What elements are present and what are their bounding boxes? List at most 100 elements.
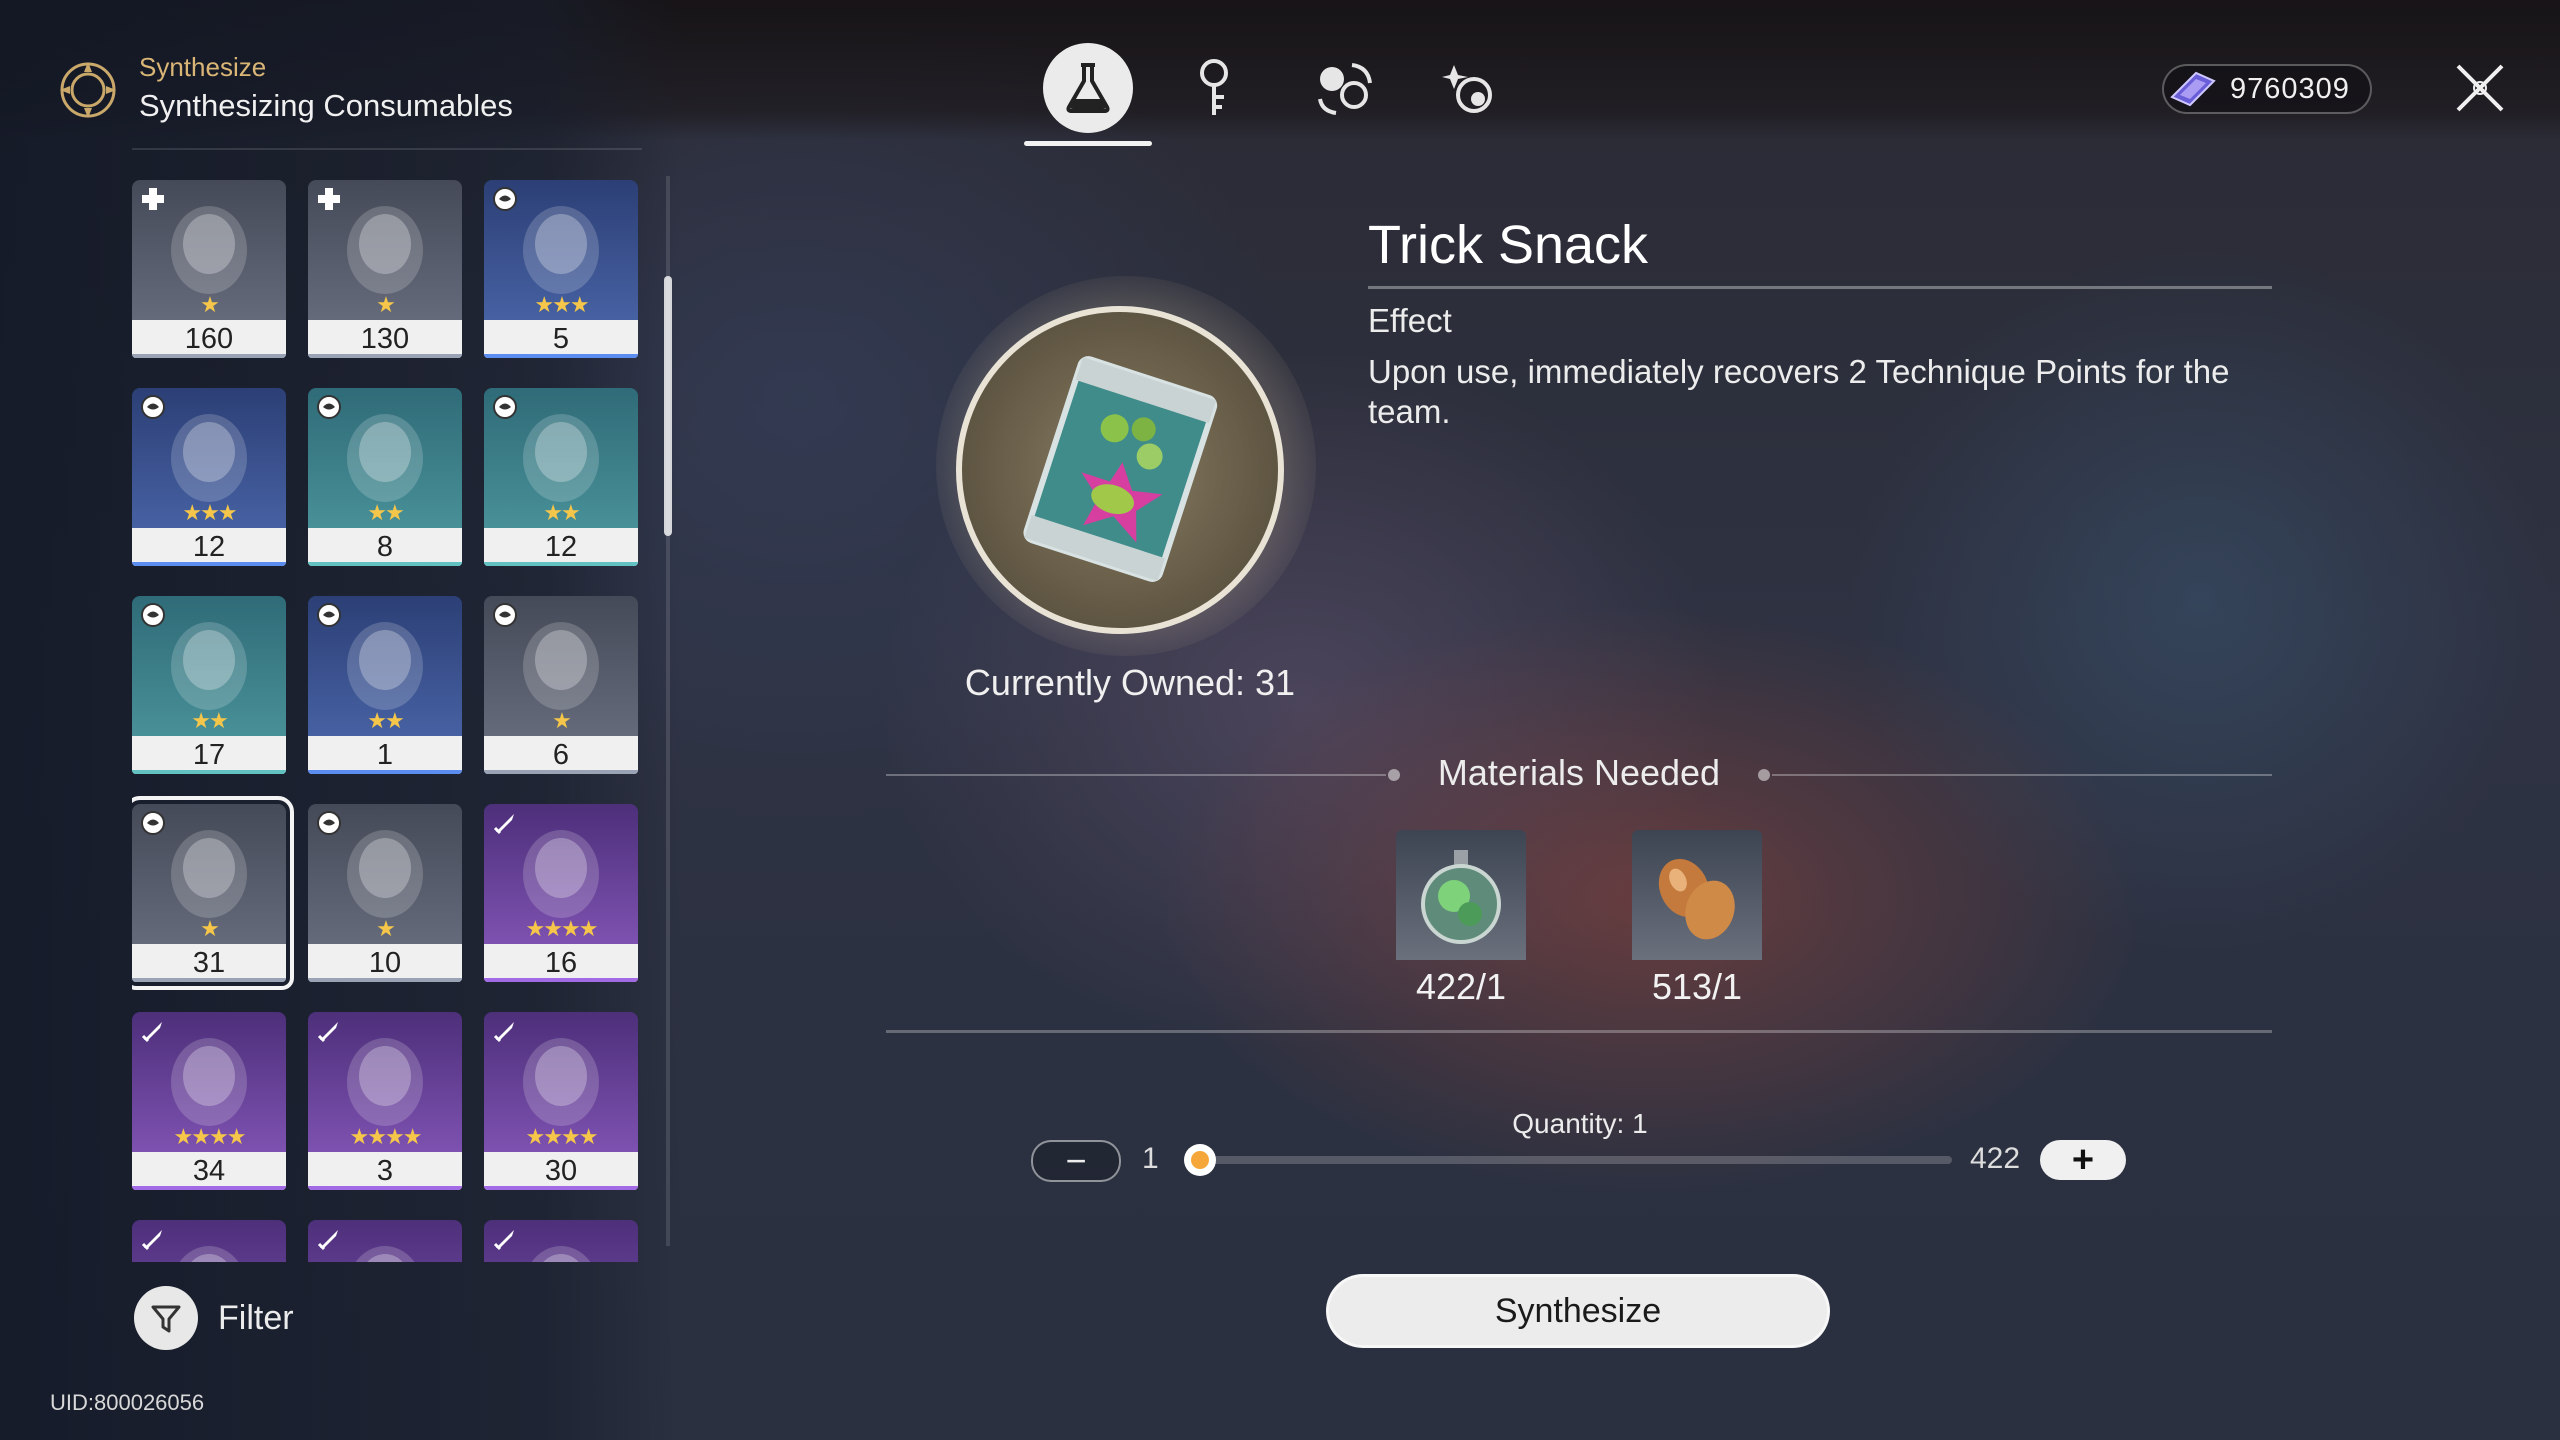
- slider-knob-dot: [1191, 1151, 1209, 1169]
- item-count: 160: [132, 320, 286, 358]
- materials-bottom-divider: [886, 1030, 2272, 1033]
- fuel-gem-icon: [2170, 71, 2216, 107]
- quantity-decrease-button[interactable]: −: [1031, 1140, 1121, 1182]
- rarity-bar: [484, 562, 638, 566]
- materials-dot-right: [1758, 769, 1770, 781]
- tab-flask[interactable]: [1024, 30, 1152, 146]
- material-count: 422/1: [1415, 966, 1507, 1007]
- quantity-slider-track[interactable]: [1200, 1156, 1952, 1164]
- green-orb-flask-icon: [1421, 850, 1501, 944]
- item-cell[interactable]: ★★ 8: [308, 388, 462, 566]
- item-cell[interactable]: ★★★★ 34: [132, 1012, 286, 1190]
- rarity-bar: [132, 1186, 286, 1190]
- technique-badge-icon: [492, 394, 518, 420]
- item-cell[interactable]: ★★★★ 16: [484, 804, 638, 982]
- item-cell[interactable]: ★ 10: [308, 804, 462, 982]
- item-cell[interactable]: ★★★★ 30: [484, 1012, 638, 1190]
- technique-badge-icon: [316, 602, 342, 628]
- currency-display[interactable]: 9760309: [2162, 64, 2372, 114]
- rarity-stars: ★: [200, 292, 220, 317]
- quantity-label-text: Quantity:: [1512, 1108, 1625, 1139]
- attack-badge-icon: [492, 810, 518, 836]
- item-cell[interactable]: ★★ 12: [484, 388, 638, 566]
- material-item[interactable]: 513/1: [1632, 830, 1762, 1008]
- item-cell[interactable]: ★ 31: [132, 796, 294, 990]
- materials-icon: [1318, 63, 1372, 115]
- heal-badge-icon: [316, 186, 342, 212]
- rarity-stars: ★★: [191, 708, 228, 733]
- plus-icon: +: [2071, 1138, 2095, 1181]
- grid-scrollbar-thumb[interactable]: [664, 276, 672, 536]
- tab-key[interactable]: [1152, 30, 1280, 146]
- item-cell[interactable]: ★ 6: [484, 596, 638, 774]
- technique-badge-icon: [492, 602, 518, 628]
- rarity-bar: [308, 770, 462, 774]
- item-count: 1: [308, 736, 462, 774]
- item-cell[interactable]: ★★★★ 3: [308, 1012, 462, 1190]
- currently-owned: Currently Owned: 31: [964, 662, 1296, 703]
- technique-badge-icon: [316, 394, 342, 420]
- item-count: 6: [484, 736, 638, 774]
- item-count: 30: [484, 1152, 638, 1190]
- item-count: 17: [132, 736, 286, 774]
- item-cell[interactable]: ★★★ 12: [132, 388, 286, 566]
- item-cell[interactable]: ★★★ 5: [484, 180, 638, 358]
- rarity-stars: ★: [552, 708, 572, 733]
- quantity-value: 1: [1632, 1108, 1648, 1139]
- rarity-bar: [308, 354, 462, 358]
- item-cell[interactable]: [484, 1220, 638, 1262]
- item-cell[interactable]: ★★ 1: [308, 596, 462, 774]
- item-cell[interactable]: [132, 1220, 286, 1262]
- rarity-bar: [132, 562, 286, 566]
- rarity-stars: ★★★★: [525, 916, 599, 941]
- rarity-bar: [132, 978, 286, 982]
- item-cell[interactable]: ★ 160: [132, 180, 286, 358]
- close-icon[interactable]: [2452, 60, 2508, 116]
- rarity-bar: [308, 978, 462, 982]
- item-name-divider: [1368, 286, 2272, 289]
- user-id: UID:800026056: [50, 1390, 205, 1415]
- rarity-stars: ★★★★: [349, 1124, 423, 1149]
- synthesize-button[interactable]: Synthesize: [1326, 1274, 1830, 1348]
- materials-heading: Materials Needed: [1437, 752, 1721, 793]
- filter-control[interactable]: Filter: [134, 1286, 294, 1350]
- rarity-stars: ★: [200, 916, 220, 941]
- item-count: 31: [132, 944, 286, 982]
- rarity-stars: ★: [376, 916, 396, 941]
- filter-button[interactable]: [134, 1286, 198, 1350]
- rarity-stars: ★★★★: [173, 1124, 247, 1149]
- rarity-stars: ★★: [367, 708, 404, 733]
- rarity-stars: ★★★: [534, 292, 589, 317]
- heal-badge-icon: [140, 186, 166, 212]
- item-count: 12: [132, 528, 286, 566]
- tab-bar: [1024, 30, 1536, 146]
- effect-text: Upon use, immediately recovers 2 Techniq…: [1368, 353, 2230, 430]
- rarity-stars: ★★: [543, 500, 580, 525]
- attack-badge-icon: [492, 1018, 518, 1044]
- quantity-slider-knob[interactable]: [1184, 1144, 1216, 1176]
- rarity-stars: ★★★: [182, 500, 237, 525]
- synthesize-emblem-icon: [60, 62, 116, 118]
- attack-badge-icon: [316, 1226, 342, 1252]
- material-count: 513/1: [1651, 966, 1743, 1007]
- technique-badge-icon: [492, 186, 518, 212]
- beans-icon: [1658, 858, 1735, 940]
- quantity-min: 1: [1142, 1142, 1159, 1175]
- item-cell[interactable]: [308, 1220, 462, 1262]
- item-cell[interactable]: ★★ 17: [132, 596, 286, 774]
- rarity-bar: [484, 978, 638, 982]
- rarity-bar: [132, 354, 286, 358]
- item-count: 130: [308, 320, 462, 358]
- quantity-max: 422: [1970, 1142, 2021, 1175]
- material-item[interactable]: 422/1: [1396, 830, 1526, 1008]
- tab-materials[interactable]: [1280, 30, 1408, 146]
- exchange-icon: [1442, 65, 1492, 113]
- item-count: 3: [308, 1152, 462, 1190]
- tab-exchange[interactable]: [1408, 30, 1536, 146]
- minus-icon: −: [1065, 1140, 1087, 1181]
- item-image-frame: [956, 306, 1284, 634]
- technique-badge-icon: [316, 810, 342, 836]
- flask-icon: [1066, 63, 1110, 113]
- item-cell[interactable]: ★ 130: [308, 180, 462, 358]
- quantity-increase-button[interactable]: +: [2040, 1138, 2126, 1181]
